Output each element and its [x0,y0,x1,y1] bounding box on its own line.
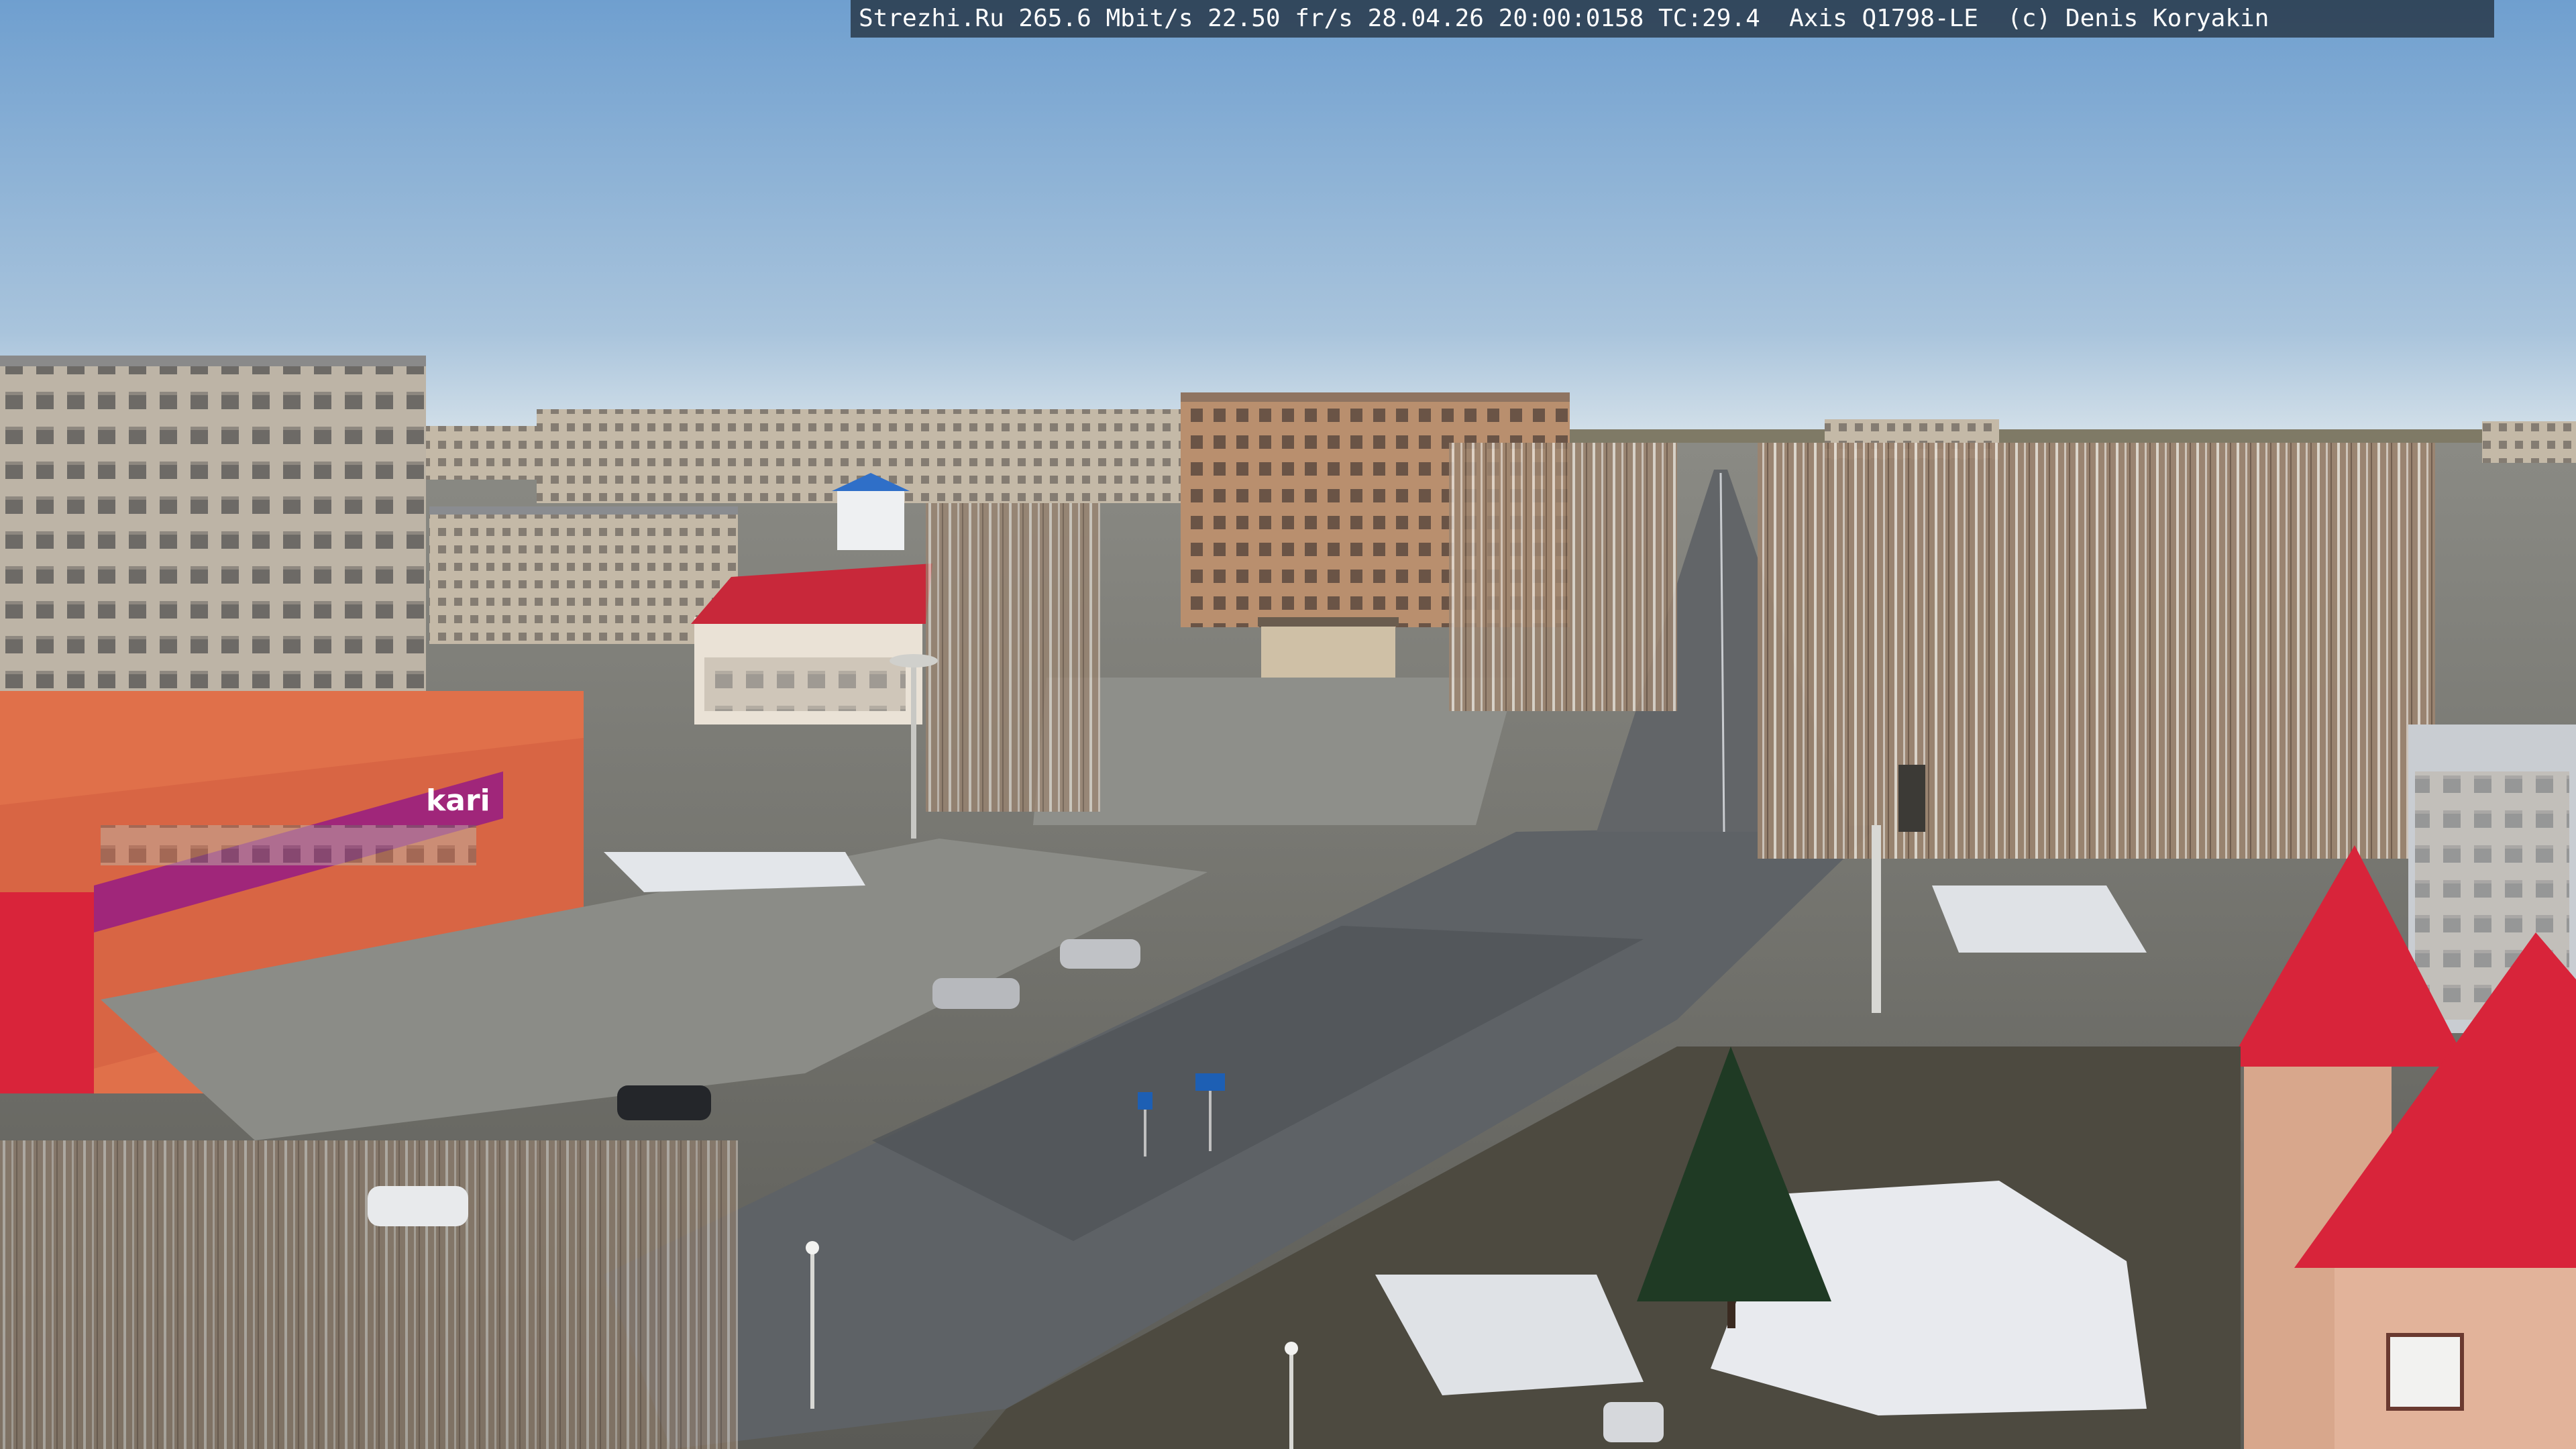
blue-tower [837,490,904,550]
car [368,1186,468,1226]
webcam-scene: kari [0,0,2576,1449]
building-mid-left-roof [429,506,738,515]
spruce-trunk [1727,1301,1735,1328]
car [1060,939,1140,969]
car [1603,1402,1664,1442]
shopping-center-windows [101,825,476,865]
camera-info-overlay: Strezhi.Ru 265.6 Mbit/s 22.50 fr/s 28.04… [851,0,2494,38]
birch-grove-left [1449,443,1677,711]
kari-logo: kari [426,784,490,818]
car [617,1085,711,1120]
monument-column [1872,825,1881,1013]
trees-mid [926,503,1100,812]
small-building-roof [1258,617,1399,627]
apartment-block-left-roof [0,356,426,366]
far-building-right-2 [2482,421,2576,463]
turret-window [2386,1333,2464,1411]
red-roof-building-windows [704,657,906,711]
central-square [1033,678,1516,825]
tower-center-roof [1181,392,1570,402]
foreground-trees-left [0,1140,738,1449]
snow-patch-3 [604,852,865,892]
birch-grove-right [1758,443,2435,859]
monument-statue [1898,765,1925,832]
small-building [1261,624,1395,684]
car [932,978,1020,1009]
shopping-center-red-facade [0,892,94,1093]
